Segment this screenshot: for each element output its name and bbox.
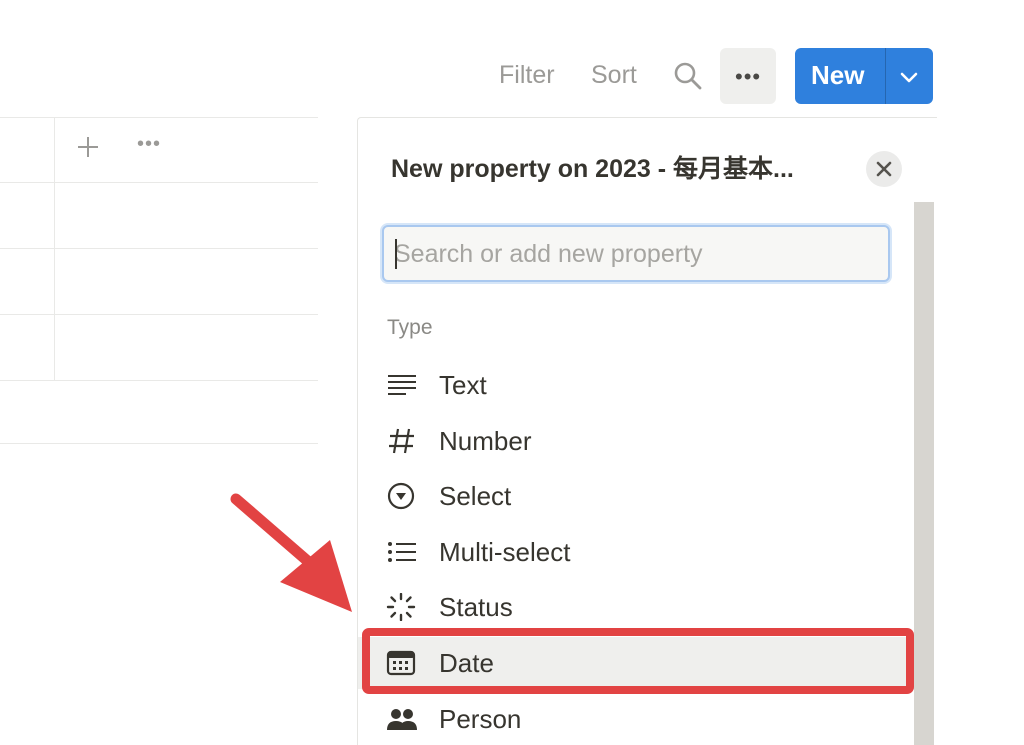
- table-row-divider: [0, 443, 318, 444]
- highlight-annotation-box: [362, 628, 914, 694]
- property-type-multi-select[interactable]: Multi-select: [358, 526, 914, 578]
- new-button[interactable]: New: [795, 48, 933, 104]
- property-type-label: Status: [439, 592, 513, 622]
- property-type-status[interactable]: Status: [358, 581, 914, 633]
- panel-scrollbar[interactable]: [914, 202, 934, 745]
- text-caret: [395, 239, 397, 269]
- property-type-label: Multi-select: [439, 537, 571, 567]
- plus-icon[interactable]: [75, 134, 101, 160]
- table-column-divider: [54, 117, 55, 380]
- table-row-divider: [0, 182, 318, 183]
- property-type-label: Select: [439, 481, 512, 511]
- hash-icon: [386, 427, 418, 455]
- table-row-divider: [0, 314, 318, 315]
- new-button-divider: [885, 48, 886, 104]
- property-type-text[interactable]: Text: [358, 359, 914, 411]
- view-toolbar: Filter Sort ••• New: [0, 48, 1024, 104]
- table-row-divider: [0, 248, 318, 249]
- filter-button[interactable]: Filter: [499, 60, 555, 90]
- list-icon: [386, 538, 418, 566]
- property-type-person[interactable]: Person: [358, 693, 914, 745]
- search-icon[interactable]: [672, 60, 704, 92]
- property-type-label: Person: [439, 704, 522, 734]
- chevron-down-icon[interactable]: [897, 65, 921, 89]
- select-circle-icon: [386, 482, 418, 510]
- sort-button[interactable]: Sort: [591, 60, 637, 90]
- section-label-type: Type: [387, 316, 433, 339]
- property-search-box[interactable]: [382, 225, 890, 282]
- property-type-label: Number: [439, 426, 532, 456]
- text-lines-icon: [386, 371, 418, 399]
- new-button-label: New: [811, 60, 865, 90]
- panel-title: New property on 2023 - 每月基本...: [391, 155, 794, 183]
- property-type-select[interactable]: Select: [358, 470, 914, 522]
- status-loader-icon: [386, 592, 418, 622]
- property-search-input[interactable]: [394, 237, 874, 271]
- people-icon: [386, 705, 418, 733]
- property-type-label: Text: [439, 370, 487, 400]
- close-icon[interactable]: [866, 151, 902, 187]
- ellipsis-icon: •••: [735, 64, 762, 89]
- table-border: [0, 117, 318, 118]
- property-type-number[interactable]: Number: [358, 415, 914, 467]
- column-more-icon[interactable]: •••: [137, 133, 161, 156]
- table-row-divider: [0, 380, 318, 381]
- more-options-button[interactable]: •••: [720, 48, 776, 104]
